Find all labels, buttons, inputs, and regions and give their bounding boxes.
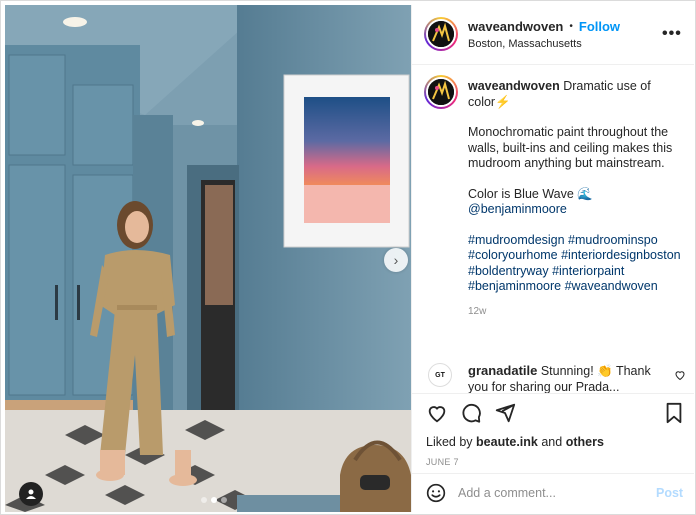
carousel-dot [221,497,227,503]
likes-user[interactable]: beaute.ink [476,435,538,449]
tagged-users-button[interactable] [19,482,43,506]
caption-paragraph: Monochromatic paint throughout the walls… [468,125,673,170]
post-actions [412,393,694,433]
comment-username[interactable]: granadatile [468,363,537,378]
comment-input[interactable] [458,483,638,503]
post-card: › waveandwoven • Follow Boston, Massachu… [0,0,696,515]
mudroom-photo [5,5,411,512]
likes-summary: Liked by beaute.ink and others [426,435,604,449]
share-paper-plane-icon[interactable] [494,402,516,424]
user-icon [26,489,36,499]
hashtags[interactable]: #mudroomdesign #mudroominspo #coloryourh… [468,233,686,295]
emoji-smile-icon[interactable] [426,483,446,503]
likes-prefix: Liked by [426,435,473,449]
avatar[interactable] [424,75,458,109]
caption-age: 12w [468,305,487,317]
caption-username[interactable]: waveandwoven [468,79,560,93]
post-location[interactable]: Boston, Massachusetts [468,38,582,50]
comment-text: granadatile Stunning! 👏 Thank you for sh… [468,363,658,393]
more-options-button[interactable]: ••• [662,25,682,43]
follow-button[interactable]: Follow [579,19,620,34]
post-comment-button[interactable]: Post [656,486,683,500]
separator-dot: • [569,21,573,32]
carousel-dot [201,497,207,503]
likes-connector: and [541,435,563,449]
header-username-row: waveandwoven • Follow [468,19,620,34]
post-side-panel: waveandwoven • Follow Boston, Massachuse… [411,5,694,512]
carousel-dot-active [211,497,217,503]
carousel-dots [201,497,227,503]
mention-link[interactable]: @benjaminmoore [468,202,567,216]
caption-color-line: Color is Blue Wave 🌊 [468,186,593,201]
post-date: JUNE 7 [426,457,459,467]
header-username[interactable]: waveandwoven [468,19,563,34]
post-photo[interactable]: › [5,5,411,512]
comment-bubble-icon[interactable] [460,402,482,424]
likes-others[interactable]: others [566,435,604,449]
caption-text: waveandwoven Dramatic use of color⚡ Mono… [468,79,686,319]
post-header: waveandwoven • Follow Boston, Massachuse… [412,5,694,65]
avatar[interactable] [424,17,458,51]
comment-row: GT granadatile Stunning! 👏 Thank you for… [412,357,694,393]
profile-logo-icon [428,21,454,47]
chevron-right-icon: › [393,252,399,268]
like-heart-icon[interactable] [426,402,448,424]
commenter-avatar[interactable]: GT [428,363,452,387]
add-comment-bar: Post [412,473,694,512]
save-bookmark-icon[interactable] [664,402,684,424]
comment-like-heart-icon[interactable] [674,369,686,381]
carousel-next-button[interactable]: › [384,248,408,272]
post-caption: waveandwoven Dramatic use of color⚡ Mono… [412,65,694,357]
profile-logo-icon [428,79,454,105]
